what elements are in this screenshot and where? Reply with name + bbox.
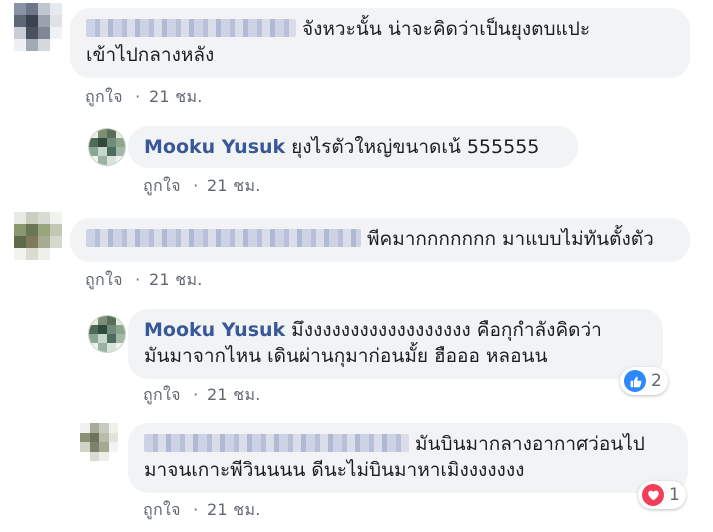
separator: · bbox=[135, 270, 141, 289]
comment-text: มึงงงงงงงงงงงงงงงงงง คือกุกำลังคิดว่า bbox=[291, 319, 602, 341]
avatar[interactable] bbox=[14, 3, 62, 51]
avatar[interactable] bbox=[88, 315, 126, 353]
comment-actions: ถูกใจ · 21 ชม. bbox=[85, 85, 203, 110]
comment-actions: ถูกใจ · 21 ชม. bbox=[85, 268, 203, 293]
timestamp[interactable]: 21 ชม. bbox=[149, 87, 203, 106]
avatar-image bbox=[89, 316, 125, 352]
avatar-pixelated-image bbox=[80, 423, 118, 461]
like-link[interactable]: ถูกใจ bbox=[85, 87, 123, 106]
like-reaction-icon bbox=[624, 370, 646, 392]
comment-text: มันบินมากลางอากาศว่อนไป bbox=[415, 433, 645, 455]
like-link[interactable]: ถูกใจ bbox=[143, 500, 181, 519]
comment-actions: ถูกใจ · 21 ชม. bbox=[143, 383, 261, 408]
avatar[interactable] bbox=[80, 423, 118, 461]
avatar-pixelated-image bbox=[14, 212, 62, 260]
author-name[interactable]: Mooku Yusuk bbox=[144, 319, 285, 341]
reaction-summary[interactable]: 2 bbox=[620, 367, 668, 395]
comment-text: มันมาจากไหน เดินผ่านกุมาก่อนมั้ย ฮือออ ห… bbox=[144, 345, 548, 367]
timestamp[interactable]: 21 ชม. bbox=[149, 270, 203, 289]
redacted-author-name[interactable] bbox=[86, 19, 296, 37]
like-link[interactable]: ถูกใจ bbox=[85, 270, 123, 289]
separator: · bbox=[193, 385, 199, 404]
comment-bubble: Mooku Yusuk ยุงไรตัวใหญ่ขนาดเน้ 555555 bbox=[128, 126, 578, 168]
comment-bubble: พีคมากกกกกกก มาแบบไม่ทันตั้งตัว bbox=[70, 218, 690, 262]
separator: · bbox=[193, 500, 199, 519]
separator: · bbox=[193, 176, 199, 195]
comment-text: จังหวะนั้น น่าจะคิดว่าเป็นยุงตบแปะ bbox=[302, 18, 591, 40]
love-reaction-icon bbox=[642, 484, 664, 506]
timestamp[interactable]: 21 ชม. bbox=[207, 385, 261, 404]
redacted-author-name[interactable] bbox=[144, 434, 409, 452]
reaction-count: 1 bbox=[669, 485, 680, 505]
like-link[interactable]: ถูกใจ bbox=[143, 176, 181, 195]
like-link[interactable]: ถูกใจ bbox=[143, 385, 181, 404]
author-name[interactable]: Mooku Yusuk bbox=[144, 136, 285, 158]
comment-actions: ถูกใจ · 21 ชม. bbox=[143, 174, 261, 199]
timestamp[interactable]: 21 ชม. bbox=[207, 500, 261, 519]
comment-text: พีคมากกกกกกก มาแบบไม่ทันตั้งตัว bbox=[367, 228, 654, 250]
separator: · bbox=[135, 87, 141, 106]
redacted-author-name[interactable] bbox=[86, 229, 361, 247]
reaction-summary[interactable]: 1 bbox=[638, 481, 686, 509]
comment-bubble: Mooku Yusuk มึงงงงงงงงงงงงงงงงงง คือกุกำล… bbox=[128, 309, 663, 379]
timestamp[interactable]: 21 ชม. bbox=[207, 176, 261, 195]
comment-text: เข้าไปกลางหลัง bbox=[86, 44, 215, 66]
avatar-image bbox=[89, 129, 125, 165]
avatar-pixelated-image bbox=[14, 3, 62, 51]
comment-actions: ถูกใจ · 21 ชม. bbox=[143, 498, 261, 523]
avatar[interactable] bbox=[88, 128, 126, 166]
comment-text: ยุงไรตัวใหญ่ขนาดเน้ 555555 bbox=[291, 136, 540, 158]
avatar[interactable] bbox=[14, 212, 62, 260]
comment-bubble: จังหวะนั้น น่าจะคิดว่าเป็นยุงตบแปะ เข้าไ… bbox=[70, 8, 690, 78]
comment-text: มาจนเกาะพีวินนนน ดีนะไม่บินมาหาเมิงงงงงง… bbox=[144, 459, 525, 481]
comment-bubble: มันบินมากลางอากาศว่อนไป มาจนเกาะพีวินนนน… bbox=[128, 423, 688, 493]
reaction-count: 2 bbox=[651, 371, 662, 391]
